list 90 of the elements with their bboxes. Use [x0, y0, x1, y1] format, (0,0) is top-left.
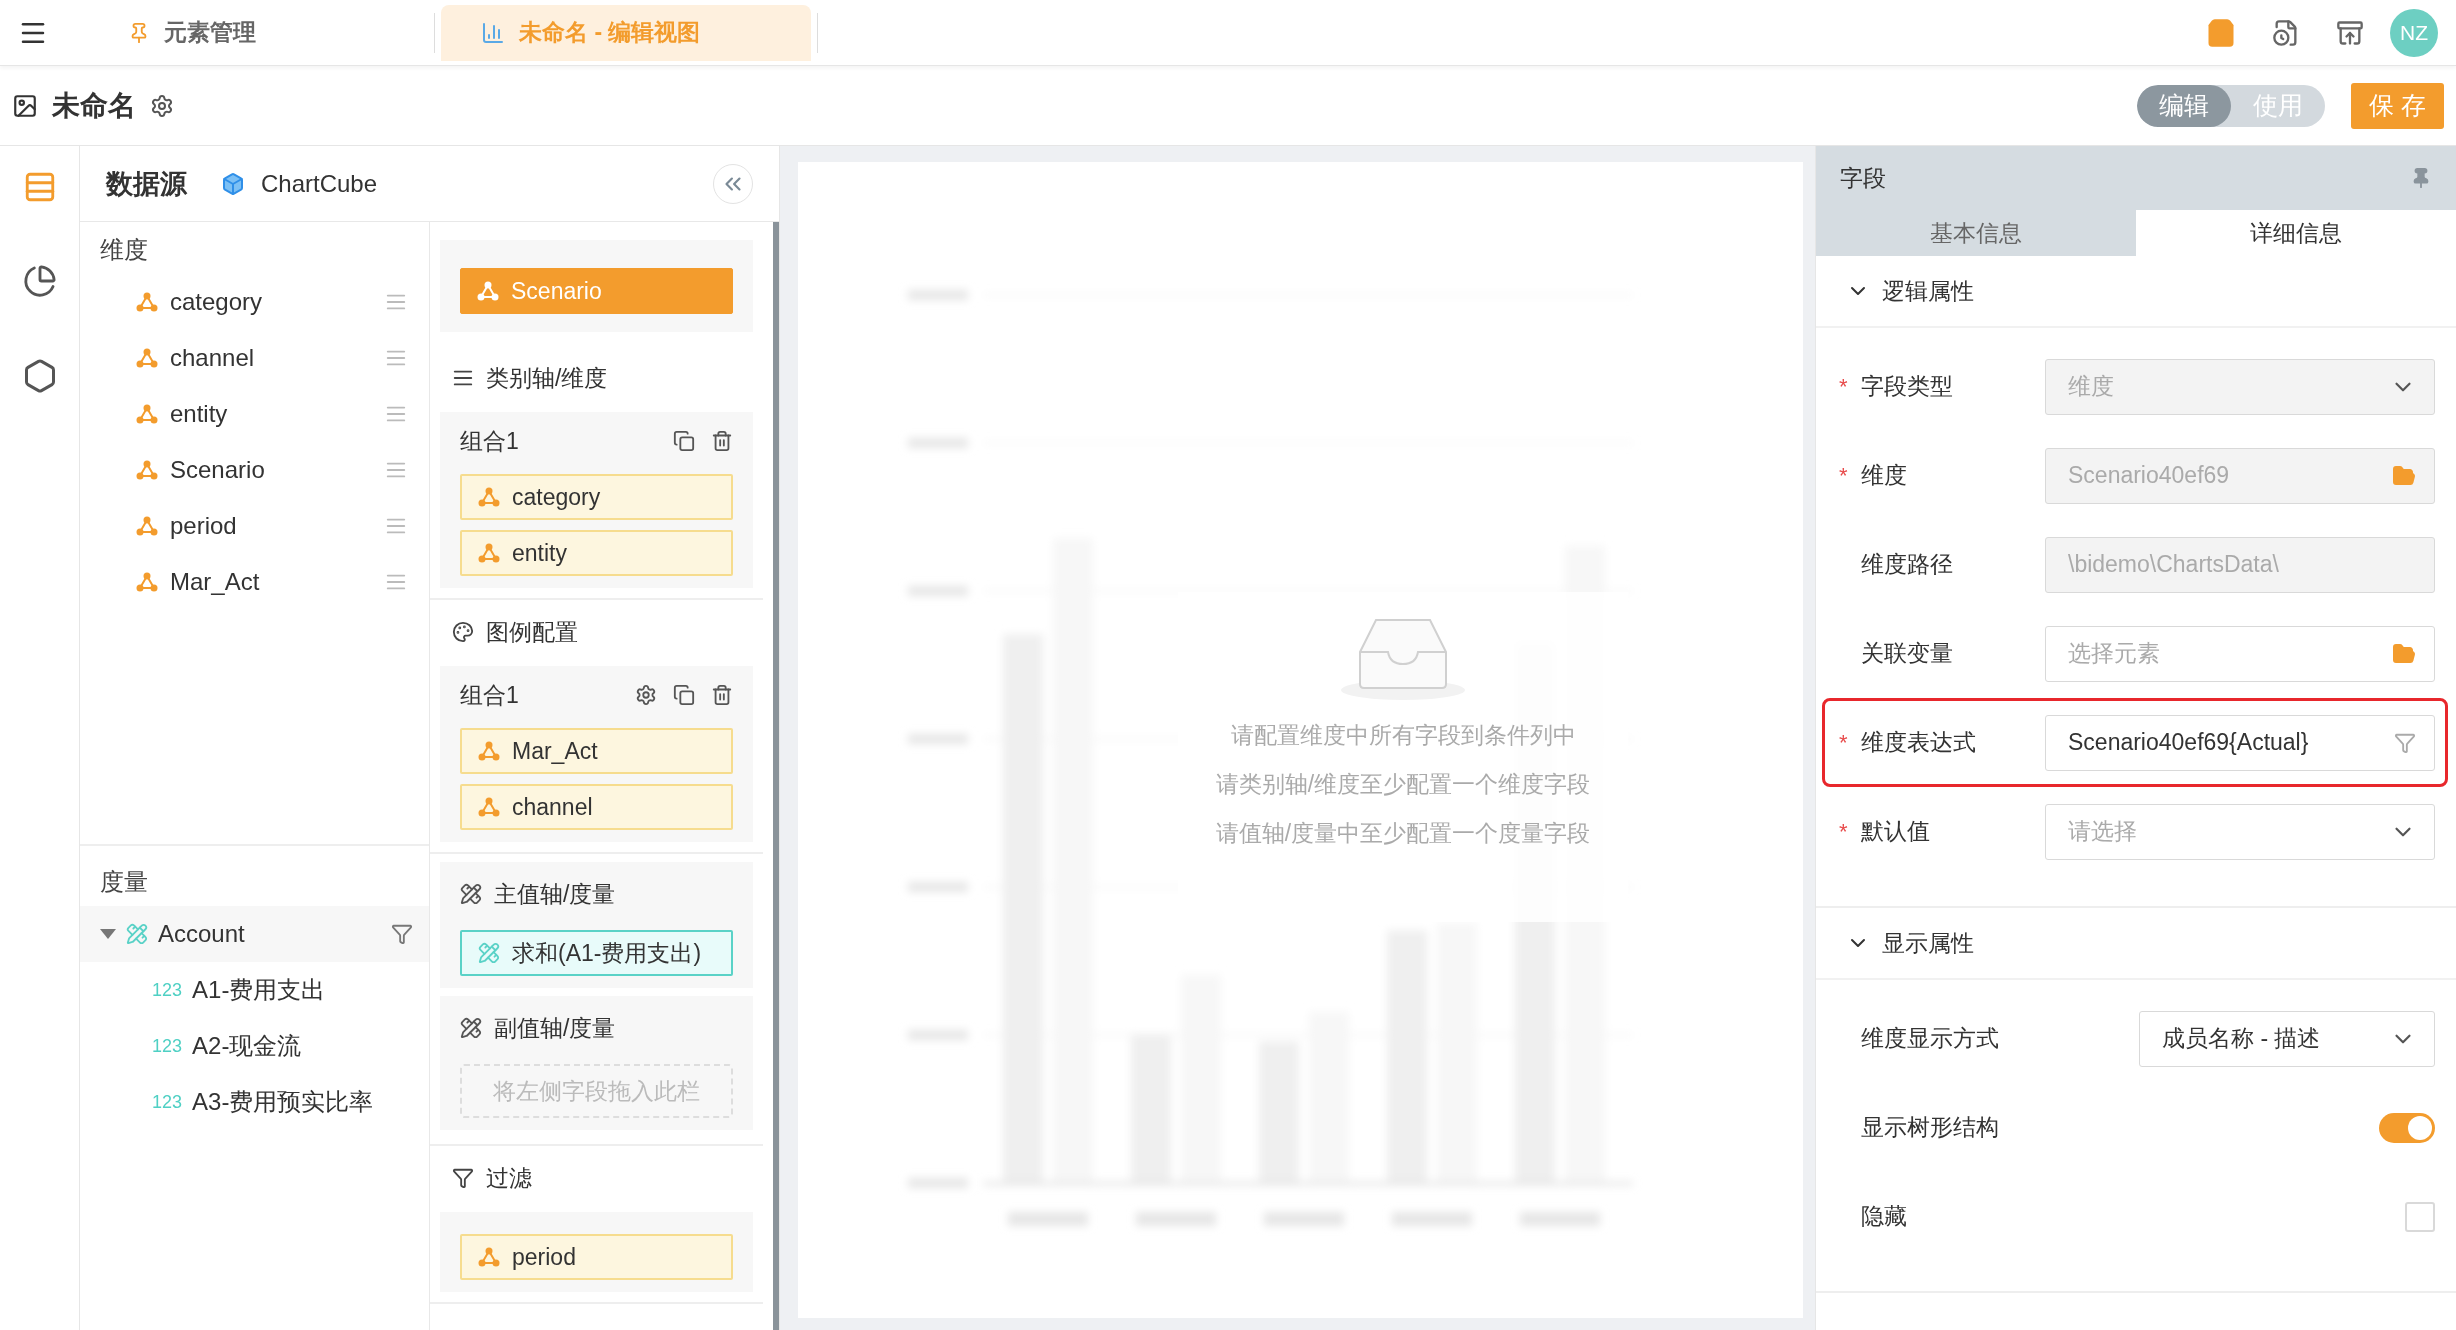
delete-icon[interactable]: [711, 430, 733, 452]
copy-icon[interactable]: [673, 684, 695, 706]
folder-icon: [2392, 463, 2416, 488]
section-title: 类别轴/维度: [486, 363, 608, 393]
empty-hint-text: 请配置维度中所有字段到条件列中: [1230, 721, 1576, 750]
hierarchy-icon: [478, 741, 500, 761]
empty-hint-text: 请类别轴/维度至少配置一个维度字段: [1215, 770, 1591, 799]
hierarchy-icon: [478, 543, 500, 563]
select-field[interactable]: 成员名称 - 描述: [2139, 1010, 2435, 1067]
view-title: 未命名: [52, 88, 136, 123]
measure-item[interactable]: 123 A1-费用支出: [80, 962, 429, 1018]
field-label: 维度显示方式: [1861, 1024, 1999, 1053]
chart-icon: [481, 20, 505, 45]
expand-caret-icon[interactable]: [100, 929, 116, 939]
folder-icon: [2392, 641, 2416, 666]
collapse-button[interactable]: [713, 163, 753, 204]
required-mark: *: [1839, 373, 1849, 400]
measure-item[interactable]: 123 A3-费用预实比率: [80, 1074, 429, 1130]
top-tab[interactable]: 元素管理: [88, 4, 428, 61]
filter-icon: [452, 1167, 474, 1189]
ruler-icon: [478, 942, 500, 964]
required-mark: *: [1839, 729, 1849, 756]
hierarchy-icon: [136, 572, 158, 592]
hierarchy-icon: [136, 460, 158, 480]
field-label: 关联变量: [1861, 639, 1953, 668]
palette-icon: [452, 621, 474, 643]
section-title: 过滤: [486, 1163, 532, 1193]
copy-icon[interactable]: [673, 430, 695, 452]
hierarchy-icon: [477, 281, 499, 301]
required-mark: *: [1839, 818, 1849, 845]
tree-item[interactable]: Account: [80, 906, 429, 962]
section-title: 图例配置: [486, 617, 578, 647]
delete-icon[interactable]: [711, 684, 733, 706]
hierarchy-icon: [136, 404, 158, 424]
group-title: 组合1: [460, 426, 520, 456]
hierarchy-icon: [478, 487, 500, 507]
section-heading: 度量: [100, 868, 148, 895]
section-title: 副值轴/度量: [494, 1013, 616, 1043]
field-label: 维度路径: [1861, 550, 1953, 579]
panel-tab[interactable]: 详细信息: [2136, 210, 2456, 256]
section-title: 主值轴/度量: [494, 879, 616, 909]
field-label: 默认值: [1861, 817, 1930, 846]
checkbox[interactable]: [2405, 1201, 2435, 1232]
dimension-item[interactable]: Mar_Act: [80, 554, 429, 610]
cube-icon: [221, 171, 245, 196]
document-icon[interactable]: [2272, 18, 2300, 47]
field-chip[interactable]: entity: [460, 530, 733, 576]
field-chip[interactable]: Mar_Act: [460, 728, 733, 774]
field-chip[interactable]: category: [460, 474, 733, 520]
hierarchy-icon: [478, 797, 500, 817]
dimension-item[interactable]: category: [80, 274, 429, 330]
dimension-item[interactable]: entity: [80, 386, 429, 442]
ruler-icon: [460, 1017, 482, 1039]
field-label: 隐藏: [1861, 1202, 1907, 1231]
input-field[interactable]: Scenario40ef69{Actual}: [2045, 714, 2435, 771]
required-mark: *: [1839, 462, 1849, 489]
panel-title: 数据源: [106, 167, 187, 201]
section-heading: 维度: [100, 236, 148, 263]
settings-icon[interactable]: [635, 684, 657, 706]
field-chip[interactable]: channel: [460, 784, 733, 830]
bag-icon[interactable]: [2206, 17, 2236, 48]
hierarchy-icon: [136, 516, 158, 536]
field-label: 字段类型: [1861, 372, 1953, 401]
filter-icon: [2394, 731, 2416, 754]
archive-icon[interactable]: [2336, 18, 2364, 47]
group-title: 组合1: [460, 680, 520, 710]
empty-hint-text: 请值轴/度量中至少配置一个度量字段: [1215, 819, 1591, 848]
field-label: 显示树形结构: [1861, 1113, 1999, 1142]
ruler-icon: [126, 923, 148, 945]
toggle-switch[interactable]: [2379, 1112, 2435, 1143]
section-header[interactable]: 显示属性: [1816, 908, 2456, 980]
dimension-item[interactable]: channel: [80, 330, 429, 386]
section-header[interactable]: 逻辑属性: [1816, 256, 2456, 328]
view-icon: [12, 92, 38, 119]
field-label: 维度表达式: [1861, 728, 1976, 757]
settings-icon[interactable]: [150, 93, 174, 118]
ruler-icon: [460, 883, 482, 905]
hierarchy-icon: [136, 348, 158, 368]
panel-title: 字段: [1840, 163, 1887, 193]
field-chip[interactable]: 求和(A1-费用支出): [460, 930, 733, 976]
dimension-item[interactable]: period: [80, 498, 429, 554]
pie-chart-icon[interactable]: [22, 264, 57, 298]
field-label: 维度: [1861, 461, 1907, 490]
source-name: ChartCube: [261, 169, 378, 198]
filter-icon[interactable]: [391, 923, 413, 945]
dimension-item[interactable]: Scenario: [80, 442, 429, 498]
measure-item[interactable]: 123 A2-现金流: [80, 1018, 429, 1074]
hierarchy-icon: [136, 292, 158, 312]
hierarchy-icon: [478, 1247, 500, 1267]
field-chip[interactable]: period: [460, 1234, 733, 1280]
